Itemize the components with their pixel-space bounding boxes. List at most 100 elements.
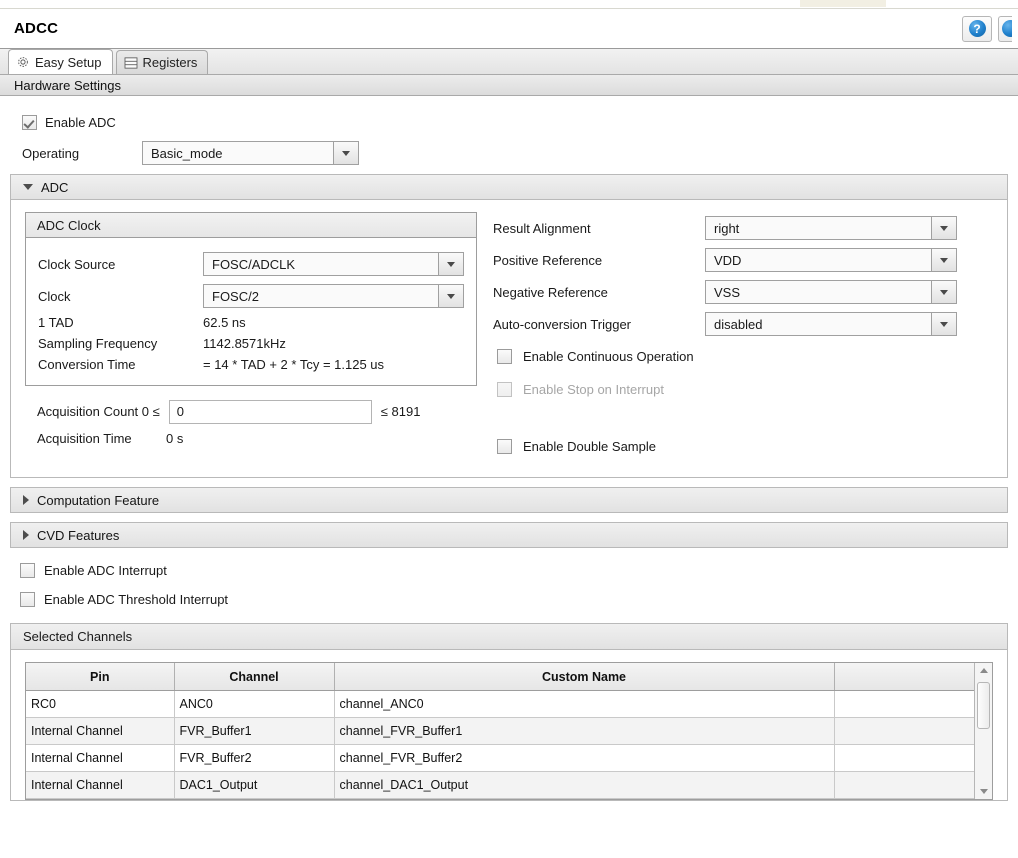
adc-right-column: Result Alignment right Positive Referenc… [477, 212, 993, 463]
enable-adc-threshold-interrupt-checkbox[interactable] [20, 592, 35, 607]
window-titlebar: ADCC ? [0, 9, 1018, 49]
clock-label: Clock [38, 288, 71, 304]
adc-group-header[interactable]: ADC [10, 174, 1008, 200]
enable-adc-interrupt-checkbox[interactable] [20, 563, 35, 578]
chevron-down-icon [447, 293, 455, 299]
tad-row: 1 TAD 62.5 ns [38, 312, 464, 333]
table-vertical-scrollbar[interactable] [974, 663, 992, 799]
clipped-circle-icon [1002, 20, 1012, 37]
clock-source-dropdown[interactable]: FOSC/ADCLK [203, 252, 464, 276]
cell-custom-name: channel_FVR_Buffer2 [334, 744, 835, 772]
tab-easy-setup[interactable]: Easy Setup [8, 49, 113, 74]
tab-registers[interactable]: Registers [115, 50, 209, 74]
enable-adc-checkbox[interactable] [22, 114, 37, 130]
adc-clock-fieldset: ADC Clock Clock Source FOSC/ADCLK Clock … [25, 212, 477, 386]
column-header-spacer[interactable] [834, 663, 974, 691]
acquisition-count-input[interactable]: 0 [168, 399, 372, 424]
scroll-up-arrow-icon [979, 668, 988, 673]
result-alignment-dropdown-button[interactable] [931, 216, 957, 240]
result-alignment-dropdown[interactable]: right [705, 216, 957, 240]
table-row[interactable]: RC0 ANC0 channel_ANC0 [26, 690, 974, 718]
auto-conversion-trigger-row: Auto-conversion Trigger disabled [493, 308, 993, 340]
main-content: Enable ADC Operating Basic_mode ADC ADC … [0, 96, 1018, 801]
tad-value: 62.5 ns [203, 315, 246, 330]
operating-label: Operating [22, 145, 80, 161]
auto-conversion-trigger-dropdown-button[interactable] [931, 312, 957, 336]
adc-group-title: ADC [41, 179, 69, 195]
acquisition-count-value: 0 [176, 404, 184, 419]
negative-reference-dropdown-button[interactable] [931, 280, 957, 304]
operating-mode-value: Basic_mode [142, 141, 333, 165]
outer-tab-strip [0, 0, 1018, 9]
cvd-features-header[interactable]: CVD Features [10, 522, 1008, 548]
clock-source-dropdown-button[interactable] [438, 252, 464, 276]
column-header-custom-name[interactable]: Custom Name [334, 663, 835, 691]
help-button[interactable]: ? [962, 15, 992, 42]
operating-mode-dropdown[interactable]: Basic_mode [142, 141, 359, 165]
clock-dropdown[interactable]: FOSC/2 [203, 284, 464, 308]
computation-feature-title: Computation Feature [37, 492, 160, 508]
negative-reference-dropdown[interactable]: VSS [705, 280, 957, 304]
table-header-row: Pin Channel Custom Name [26, 663, 974, 691]
scroll-down-button[interactable] [975, 784, 992, 799]
conversion-time-value: = 14 * TAD + 2 * Tcy = 1.125 us [203, 357, 385, 372]
sampling-frequency-label: Sampling Frequency [38, 336, 158, 351]
negative-reference-label: Negative Reference [493, 284, 608, 300]
chevron-down-icon [940, 321, 948, 327]
acquisition-count-max: ≤ 8191 [380, 404, 421, 419]
scroll-up-button[interactable] [975, 663, 992, 678]
enable-adc-threshold-interrupt-row: Enable ADC Threshold Interrupt [20, 585, 1008, 614]
enable-stop-on-interrupt-checkbox [497, 382, 512, 397]
positive-reference-dropdown-button[interactable] [931, 248, 957, 272]
enable-double-sample-label: Enable Double Sample [523, 439, 656, 454]
acquisition-time-label: Acquisition Time [37, 430, 132, 446]
cell-custom-name: channel_ANC0 [334, 690, 835, 718]
enable-stop-on-interrupt-label: Enable Stop on Interrupt [523, 382, 664, 397]
adc-clock-body: Clock Source FOSC/ADCLK Clock FOSC/2 1 T… [26, 238, 476, 385]
positive-reference-row: Positive Reference VDD [493, 244, 993, 276]
selected-channels-body: Pin Channel Custom Name RC0 ANC0 channel… [11, 650, 1007, 800]
operating-row: Operating Basic_mode [22, 141, 1008, 165]
clock-row: Clock FOSC/2 [38, 280, 464, 312]
clock-dropdown-button[interactable] [438, 284, 464, 308]
column-header-channel[interactable]: Channel [174, 663, 335, 691]
enable-continuous-operation-checkbox[interactable] [497, 349, 512, 364]
cell-spacer [834, 690, 974, 718]
enable-adc-threshold-interrupt-label: Enable ADC Threshold Interrupt [44, 592, 229, 607]
secondary-toolbar-button[interactable] [998, 15, 1012, 42]
table-row[interactable]: Internal Channel FVR_Buffer2 channel_FVR… [26, 744, 974, 772]
cell-pin: RC0 [26, 690, 175, 718]
sampling-frequency-value: 1142.8571kHz [203, 336, 286, 351]
enable-adc-label: Enable ADC [45, 114, 116, 130]
column-header-pin[interactable]: Pin [26, 663, 175, 691]
clock-source-value: FOSC/ADCLK [203, 252, 438, 276]
computation-feature-header[interactable]: Computation Feature [10, 487, 1008, 513]
scrollbar-thumb[interactable] [977, 682, 990, 729]
cell-channel: FVR_Buffer1 [174, 717, 335, 745]
result-alignment-value: right [705, 216, 931, 240]
help-circle-icon: ? [968, 20, 986, 37]
cell-channel: ANC0 [174, 690, 335, 718]
result-alignment-label: Result Alignment [493, 220, 591, 236]
scrollbar-track[interactable] [975, 678, 992, 784]
conversion-time-row: Conversion Time = 14 * TAD + 2 * Tcy = 1… [38, 354, 464, 375]
enable-adc-interrupt-row: Enable ADC Interrupt [20, 556, 1008, 585]
enable-stop-on-interrupt-row: Enable Stop on Interrupt [493, 373, 993, 406]
sampling-frequency-row: Sampling Frequency 1142.8571kHz [38, 333, 464, 354]
cell-channel: FVR_Buffer2 [174, 744, 335, 772]
selected-channels-table-wrapper: Pin Channel Custom Name RC0 ANC0 channel… [25, 662, 993, 800]
clock-source-row: Clock Source FOSC/ADCLK [38, 248, 464, 280]
chevron-down-icon [940, 289, 948, 295]
chevron-down-icon [940, 257, 948, 263]
operating-mode-dropdown-button[interactable] [333, 141, 359, 165]
registers-list-icon [124, 56, 137, 69]
tad-label: 1 TAD [38, 315, 74, 330]
enable-double-sample-checkbox[interactable] [497, 439, 512, 454]
positive-reference-dropdown[interactable]: VDD [705, 248, 957, 272]
table-row[interactable]: Internal Channel DAC1_Output channel_DAC… [26, 771, 974, 799]
chevron-down-icon [940, 225, 948, 231]
adc-clock-title: ADC Clock [26, 213, 476, 238]
auto-conversion-trigger-dropdown[interactable]: disabled [705, 312, 957, 336]
cell-pin: Internal Channel [26, 744, 175, 772]
table-row[interactable]: Internal Channel FVR_Buffer1 channel_FVR… [26, 717, 974, 745]
